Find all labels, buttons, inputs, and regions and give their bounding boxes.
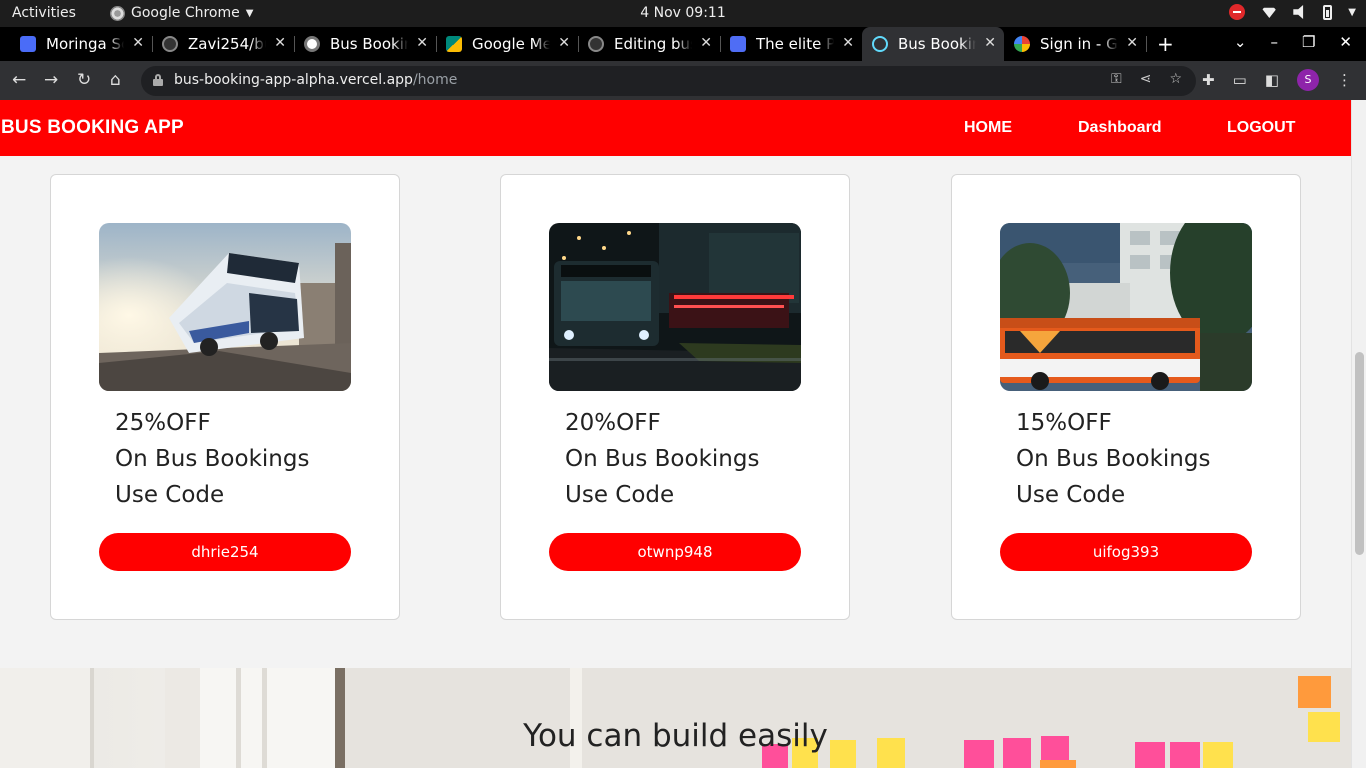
offer-image-coach-bus xyxy=(99,223,351,391)
tab-title: The elite Pr xyxy=(756,35,834,53)
home-icon[interactable]: ⌂ xyxy=(110,70,121,90)
offer-text: 20%OFF On Bus Bookings Use Code xyxy=(565,405,759,513)
battery-icon xyxy=(1323,4,1333,20)
close-icon[interactable]: ✕ xyxy=(1126,35,1138,51)
github-icon xyxy=(588,36,604,52)
close-icon[interactable]: ✕ xyxy=(558,35,570,51)
tab-title: Sign in - Go xyxy=(1040,35,1118,53)
offer-text: 25%OFF On Bus Bookings Use Code xyxy=(115,405,309,513)
url-path: /home xyxy=(412,72,458,88)
offer-use-code-label: Use Code xyxy=(1016,482,1126,508)
google-icon xyxy=(1014,36,1030,52)
nav-home-link[interactable]: HOME xyxy=(964,119,1012,137)
tab-editing-bus[interactable]: Editing bus ✕ xyxy=(578,27,721,61)
app-navbar: BUS BOOKING APP HOME Dashboard LOGOUT xyxy=(0,100,1351,156)
offer-use-code-label: Use Code xyxy=(115,482,225,508)
key-icon[interactable]: ⚿ xyxy=(1111,71,1122,87)
tab-bus-booking-active[interactable]: Bus Bookin ✕ xyxy=(862,27,1004,61)
address-bar[interactable]: bus-booking-app-alpha.vercel.app/home ⚿ … xyxy=(141,66,1196,96)
offer-image-orange-bus xyxy=(1000,223,1252,391)
system-top-bar: Activities Google Chrome ▼ 4 Nov 09:11 ▼ xyxy=(0,0,1366,27)
tab-bus-booking-1[interactable]: Bus Bookin ✕ xyxy=(294,27,437,61)
reload-icon[interactable]: ↻ xyxy=(77,70,91,90)
tab-title: Bus Bookin xyxy=(330,35,408,53)
kebab-menu-icon[interactable]: ⋮ xyxy=(1337,71,1352,89)
tab-title: Editing bus xyxy=(614,35,692,53)
globe-icon xyxy=(304,36,320,52)
minimize-icon[interactable]: – xyxy=(1270,33,1278,51)
offer-card: 20%OFF On Bus Bookings Use Code otwnp948 xyxy=(500,174,850,620)
google-docs-icon xyxy=(730,36,746,52)
scrollbar-thumb[interactable] xyxy=(1355,352,1364,555)
tab-github-zavi[interactable]: Zavi254/bu ✕ xyxy=(152,27,295,61)
cast-icon[interactable]: ▭ xyxy=(1233,71,1247,89)
close-icon[interactable]: ✕ xyxy=(132,35,144,51)
chevron-down-icon: ▼ xyxy=(1348,6,1356,18)
bookmark-star-icon[interactable]: ☆ xyxy=(1169,71,1182,87)
tab-moringa[interactable]: Moringa Sc ✕ xyxy=(10,27,153,61)
close-window-icon[interactable]: ✕ xyxy=(1339,33,1352,51)
extensions-puzzle-icon[interactable]: ✚ xyxy=(1202,71,1215,89)
promo-code-button[interactable]: uifog393 xyxy=(1000,533,1252,571)
back-arrow-icon[interactable]: ← xyxy=(12,70,26,90)
url-text[interactable]: bus-booking-app-alpha.vercel.app/home xyxy=(174,72,457,88)
offer-subtitle: On Bus Bookings xyxy=(115,446,310,472)
offer-text: 15%OFF On Bus Bookings Use Code xyxy=(1016,405,1210,513)
tab-google-sign-in[interactable]: Sign in - Go ✕ xyxy=(1004,27,1147,61)
window-controls: ⌄ – ❐ ✕ xyxy=(1234,33,1352,51)
volume-icon xyxy=(1293,5,1304,19)
hero-section: You can build easily xyxy=(0,668,1351,768)
url-host: bus-booking-app-alpha.vercel.app xyxy=(174,72,413,88)
tab-title: Moringa Sc xyxy=(46,35,124,53)
extension-area: ✚ ▭ ◧ S ⋮ xyxy=(1202,69,1352,91)
wifi-icon xyxy=(1261,7,1278,18)
tab-search-chevron-icon[interactable]: ⌄ xyxy=(1234,33,1247,51)
app-brand[interactable]: BUS BOOKING APP xyxy=(1,117,184,139)
offer-discount: 25%OFF xyxy=(115,410,211,436)
lock-icon[interactable] xyxy=(153,74,163,86)
system-tray[interactable]: ▼ xyxy=(1229,4,1356,20)
new-tab-button[interactable]: + xyxy=(1157,32,1174,56)
tab-title: Google Mee xyxy=(472,35,550,53)
tab-google-meet[interactable]: Google Mee ✕ xyxy=(436,27,579,61)
tab-elite-pr[interactable]: The elite Pr ✕ xyxy=(720,27,862,61)
offer-card: 25%OFF On Bus Bookings Use Code dhrie254 xyxy=(50,174,400,620)
close-icon[interactable]: ✕ xyxy=(984,35,996,51)
offer-card: 15%OFF On Bus Bookings Use Code uifog393 xyxy=(951,174,1301,620)
do-not-disturb-icon xyxy=(1229,4,1246,20)
tab-title: Zavi254/bu xyxy=(188,35,266,53)
close-icon[interactable]: ✕ xyxy=(416,35,428,51)
react-icon xyxy=(872,36,888,52)
offer-subtitle: On Bus Bookings xyxy=(565,446,760,472)
offer-use-code-label: Use Code xyxy=(565,482,675,508)
side-panel-icon[interactable]: ◧ xyxy=(1265,71,1279,89)
promo-code-button[interactable]: dhrie254 xyxy=(99,533,351,571)
page-viewport: BUS BOOKING APP HOME Dashboard LOGOUT 25… xyxy=(0,100,1366,768)
browser-toolbar: ← → ↻ ⌂ bus-booking-app-alpha.vercel.app… xyxy=(0,61,1366,100)
page-scrollbar[interactable] xyxy=(1351,100,1366,768)
github-icon xyxy=(162,36,178,52)
hero-heading: You can build easily xyxy=(523,718,828,754)
browser-tab-strip: Moringa Sc ✕ Zavi254/bu ✕ Bus Bookin ✕ G… xyxy=(0,27,1366,61)
share-icon[interactable]: ⋖ xyxy=(1140,71,1152,87)
forward-arrow-icon[interactable]: → xyxy=(44,70,58,90)
offer-subtitle: On Bus Bookings xyxy=(1016,446,1211,472)
maximize-icon[interactable]: ❐ xyxy=(1302,33,1315,51)
tab-title: Bus Bookin xyxy=(898,35,976,53)
offer-discount: 15%OFF xyxy=(1016,410,1112,436)
moringa-favicon-icon xyxy=(20,36,36,52)
close-icon[interactable]: ✕ xyxy=(700,35,712,51)
system-clock[interactable]: 4 Nov 09:11 xyxy=(0,5,1366,21)
profile-avatar[interactable]: S xyxy=(1297,69,1319,91)
close-icon[interactable]: ✕ xyxy=(274,35,286,51)
offer-image-night-bus xyxy=(549,223,801,391)
nav-logout-link[interactable]: LOGOUT xyxy=(1227,119,1295,137)
promo-code-button[interactable]: otwnp948 xyxy=(549,533,801,571)
nav-dashboard-link[interactable]: Dashboard xyxy=(1078,119,1162,137)
close-icon[interactable]: ✕ xyxy=(842,35,854,51)
offer-discount: 20%OFF xyxy=(565,410,661,436)
tab-separator xyxy=(1146,36,1147,52)
google-meet-icon xyxy=(446,36,462,52)
omnibox-actions: ⚿ ⋖ ☆ xyxy=(1111,71,1182,87)
